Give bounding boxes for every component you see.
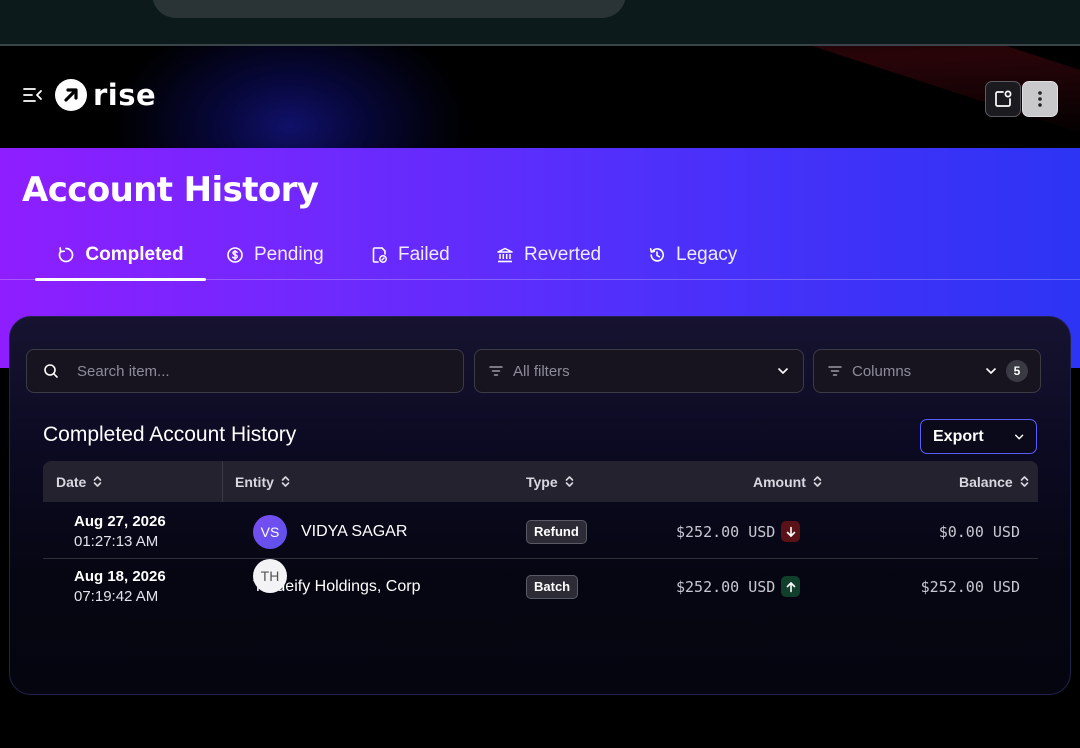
- filter-icon: [489, 366, 503, 376]
- tab-label: Reverted: [524, 244, 602, 265]
- column-label: Balance: [959, 473, 1013, 490]
- tab-legacy[interactable]: Legacy: [648, 230, 737, 280]
- search-input[interactable]: [77, 362, 447, 380]
- more-vertical-icon: [1038, 91, 1042, 107]
- column-label: Type: [526, 473, 558, 490]
- table-row[interactable]: Aug 27, 2026 01:27:13 AM VS VIDYA SAGAR …: [43, 504, 1038, 559]
- row-balance: $0.00 USD: [938, 522, 1020, 541]
- column-header-date[interactable]: Date: [56, 461, 102, 502]
- filters-select[interactable]: All filters: [474, 349, 804, 393]
- balance-cell: $252.00 USD: [921, 559, 1020, 614]
- column-header-amount[interactable]: Amount: [753, 461, 822, 502]
- table-row[interactable]: Aug 18, 2026 07:19:42 AM TH Tradeify Hol…: [43, 559, 1038, 614]
- tab-failed[interactable]: Failed: [370, 230, 450, 280]
- tab-label: Failed: [398, 244, 450, 265]
- account-history-card: All filters Columns 5 Completed Account …: [9, 316, 1071, 695]
- column-label: Date: [56, 473, 87, 490]
- menu-collapse-icon[interactable]: [22, 84, 44, 106]
- menu-collapse-svg: [23, 88, 42, 102]
- row-time: 07:19:42 AM: [74, 588, 159, 605]
- columns-select[interactable]: Columns 5: [813, 349, 1041, 393]
- row-time: 01:27:13 AM: [74, 533, 159, 550]
- column-label: Amount: [753, 473, 806, 490]
- page-title: Account History: [22, 170, 319, 210]
- export-button[interactable]: Export: [920, 419, 1037, 454]
- date-cell: Aug 27, 2026 01:27:13 AM: [74, 504, 166, 559]
- chevron-down-icon: [1014, 434, 1023, 439]
- export-label: Export: [933, 427, 984, 445]
- type-cell: Batch: [526, 559, 579, 614]
- history-icon: [649, 247, 664, 262]
- row-balance: $252.00 USD: [920, 577, 1020, 596]
- entity-cell: VS VIDYA SAGAR: [253, 504, 407, 559]
- tab-label: Completed: [85, 244, 184, 265]
- arrow-down-icon: [781, 521, 801, 542]
- address-pill: [152, 0, 626, 18]
- top-strip: [0, 0, 1080, 46]
- entity-cell: TH Tradeify Holdings, Corp: [253, 559, 420, 614]
- rise-logo-icon: [55, 79, 87, 111]
- document-error-icon: [372, 247, 387, 263]
- notification-button[interactable]: [985, 81, 1021, 117]
- avatar: TH: [253, 559, 287, 593]
- tab-label: Pending: [254, 244, 324, 265]
- column-header-balance[interactable]: Balance: [959, 461, 1029, 502]
- dollar-circle-icon: [227, 247, 243, 263]
- sort-icon: [1020, 476, 1029, 487]
- app-header: rise: [0, 46, 1080, 148]
- date-cell: Aug 18, 2026 07:19:42 AM: [74, 559, 166, 614]
- tab-label: Legacy: [676, 244, 738, 265]
- search-icon: [44, 364, 58, 378]
- tab-completed[interactable]: Completed: [35, 230, 206, 281]
- notification-icon: [995, 90, 1012, 107]
- chevron-down-icon: [986, 368, 996, 374]
- columns-label: Columns: [852, 362, 912, 380]
- entity-name: VIDYA SAGAR: [301, 522, 408, 540]
- tab-reverted[interactable]: Reverted: [496, 230, 601, 280]
- columns-count-badge: 5: [1006, 360, 1028, 382]
- brand-name: rise: [93, 78, 157, 112]
- bank-icon: [497, 247, 513, 263]
- sort-icon: [813, 476, 822, 487]
- row-amount: $252.00 USD: [676, 577, 776, 596]
- table-header: Date Entity Type Amount Balance: [43, 461, 1038, 502]
- filters-label: All filters: [513, 362, 570, 380]
- sort-icon: [281, 476, 290, 487]
- column-divider: [222, 461, 223, 502]
- amount-cell: $252.00 USD: [676, 504, 801, 559]
- type-cell: Refund: [526, 504, 587, 559]
- tab-pending[interactable]: Pending: [226, 230, 324, 280]
- tab-bar: Completed Pending Failed Reverted Legacy: [0, 230, 1080, 281]
- arrow-up-icon: [781, 576, 801, 597]
- chevron-down-icon: [778, 368, 788, 374]
- sort-icon: [94, 476, 102, 487]
- type-badge: Refund: [526, 519, 587, 544]
- column-header-entity[interactable]: Entity: [235, 461, 290, 502]
- search-field[interactable]: [26, 349, 464, 393]
- sort-icon: [565, 476, 573, 487]
- type-badge: Batch: [526, 574, 579, 599]
- amount-cell: $252.00 USD: [676, 559, 801, 614]
- refresh-icon: [59, 247, 74, 263]
- row-date: Aug 18, 2026: [74, 568, 166, 585]
- section-title: Completed Account History: [43, 423, 297, 446]
- row-date: Aug 27, 2026: [74, 513, 166, 530]
- more-options-button[interactable]: [1022, 81, 1058, 117]
- balance-cell: $0.00 USD: [939, 504, 1020, 559]
- filter-icon: [828, 366, 842, 376]
- brand-logo[interactable]: rise: [55, 78, 156, 112]
- column-label: Entity: [235, 473, 274, 490]
- avatar: VS: [253, 514, 287, 549]
- column-header-type[interactable]: Type: [526, 461, 574, 502]
- row-amount: $252.00 USD: [676, 522, 776, 541]
